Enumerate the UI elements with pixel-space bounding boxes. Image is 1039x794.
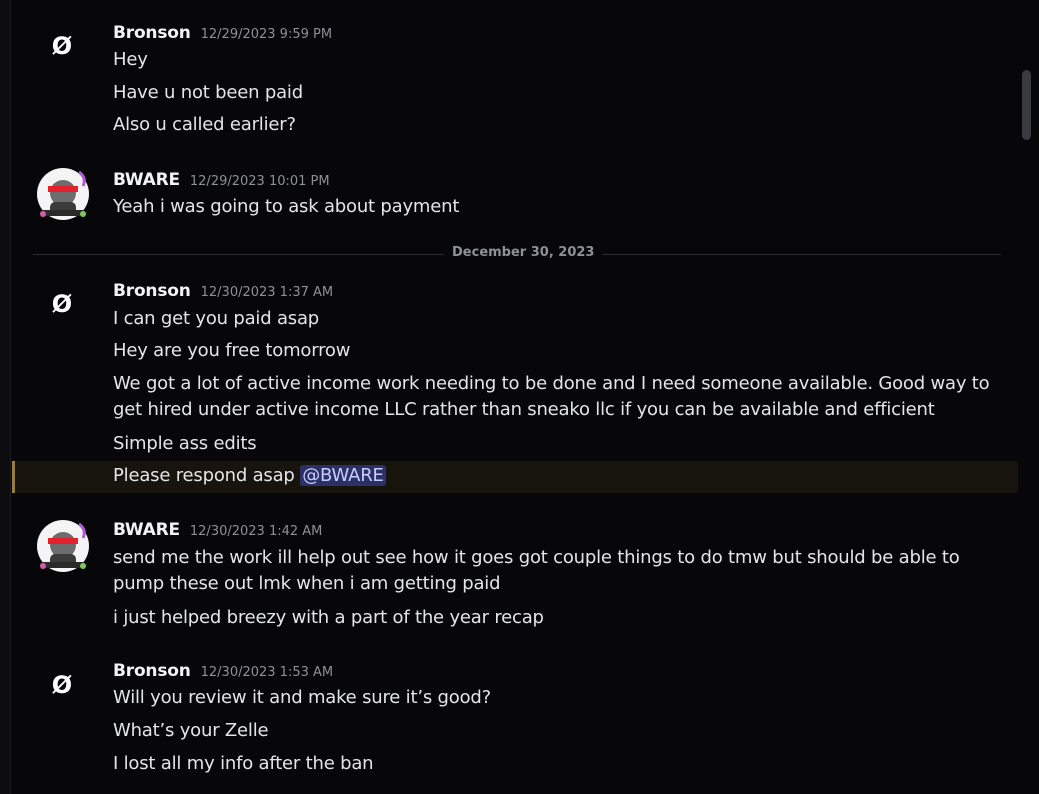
timestamp: 12/30/2023 1:53 AM	[200, 665, 334, 680]
scrollbar-thumb[interactable]	[1022, 70, 1031, 140]
timestamp: 12/29/2023 10:01 PM	[189, 174, 330, 189]
user-mention[interactable]: @BWARE	[300, 465, 386, 486]
date-divider-label: December 30, 2023	[444, 245, 603, 260]
message-text: Also u called earlier?	[113, 114, 296, 135]
message-header: BWARE 12/30/2023 1:42 AM	[113, 520, 322, 540]
message-text: Please respond asap	[113, 465, 295, 486]
message-header: Bronson 12/29/2023 9:59 PM	[113, 23, 332, 43]
bronson-avatar[interactable]: Ø	[50, 673, 74, 697]
bware-avatar-icon[interactable]	[35, 166, 91, 222]
message-header: Bronson 12/30/2023 1:37 AM	[113, 281, 333, 301]
message-text: What’s your Zelle	[113, 720, 269, 741]
message-text: Will you review it and make sure it’s go…	[113, 687, 491, 708]
message-text: I lost all my info after the ban	[113, 753, 374, 774]
chat-window: ’ Ø Bronson 12/29/2023 9:59 PM Hey Have u…	[0, 0, 1039, 794]
author-name[interactable]: BWARE	[113, 170, 180, 190]
author-name[interactable]: Bronson	[113, 281, 191, 301]
channel-sidebar-edge	[0, 0, 11, 794]
scrollbar[interactable]	[1019, 0, 1039, 794]
author-name[interactable]: Bronson	[113, 23, 191, 43]
message-text: I can get you paid asap	[113, 308, 320, 329]
timestamp: 12/29/2023 9:59 PM	[200, 27, 333, 42]
bronson-avatar[interactable]: Ø	[50, 34, 74, 58]
message-header: Bronson 12/30/2023 1:53 AM	[113, 661, 333, 681]
message-text: We got a lot of active income work needi…	[113, 373, 990, 420]
message-text: Simple ass edits	[113, 433, 257, 454]
message-text: Hey are you free tomorrow	[113, 340, 351, 361]
message-text: send me the work ill help out see how it…	[113, 547, 960, 594]
timestamp: 12/30/2023 1:37 AM	[200, 285, 334, 300]
bronson-avatar[interactable]: Ø	[50, 292, 74, 316]
bware-avatar-icon[interactable]	[35, 518, 91, 574]
message-text: Yeah i was going to ask about payment	[113, 196, 460, 217]
message-header: BWARE 12/29/2023 10:01 PM	[113, 170, 330, 190]
timestamp: 12/30/2023 1:42 AM	[189, 524, 323, 539]
author-name[interactable]: BWARE	[113, 520, 180, 540]
mentioned-message: Please respond asap @BWARE	[113, 463, 993, 489]
message-text: i just helped breezy with a part of the …	[113, 607, 544, 628]
author-name[interactable]: Bronson	[113, 661, 191, 681]
truncated-top-text: ’	[520, 0, 524, 8]
message-text: Have u not been paid	[113, 82, 303, 103]
message-text: Hey	[113, 49, 148, 70]
